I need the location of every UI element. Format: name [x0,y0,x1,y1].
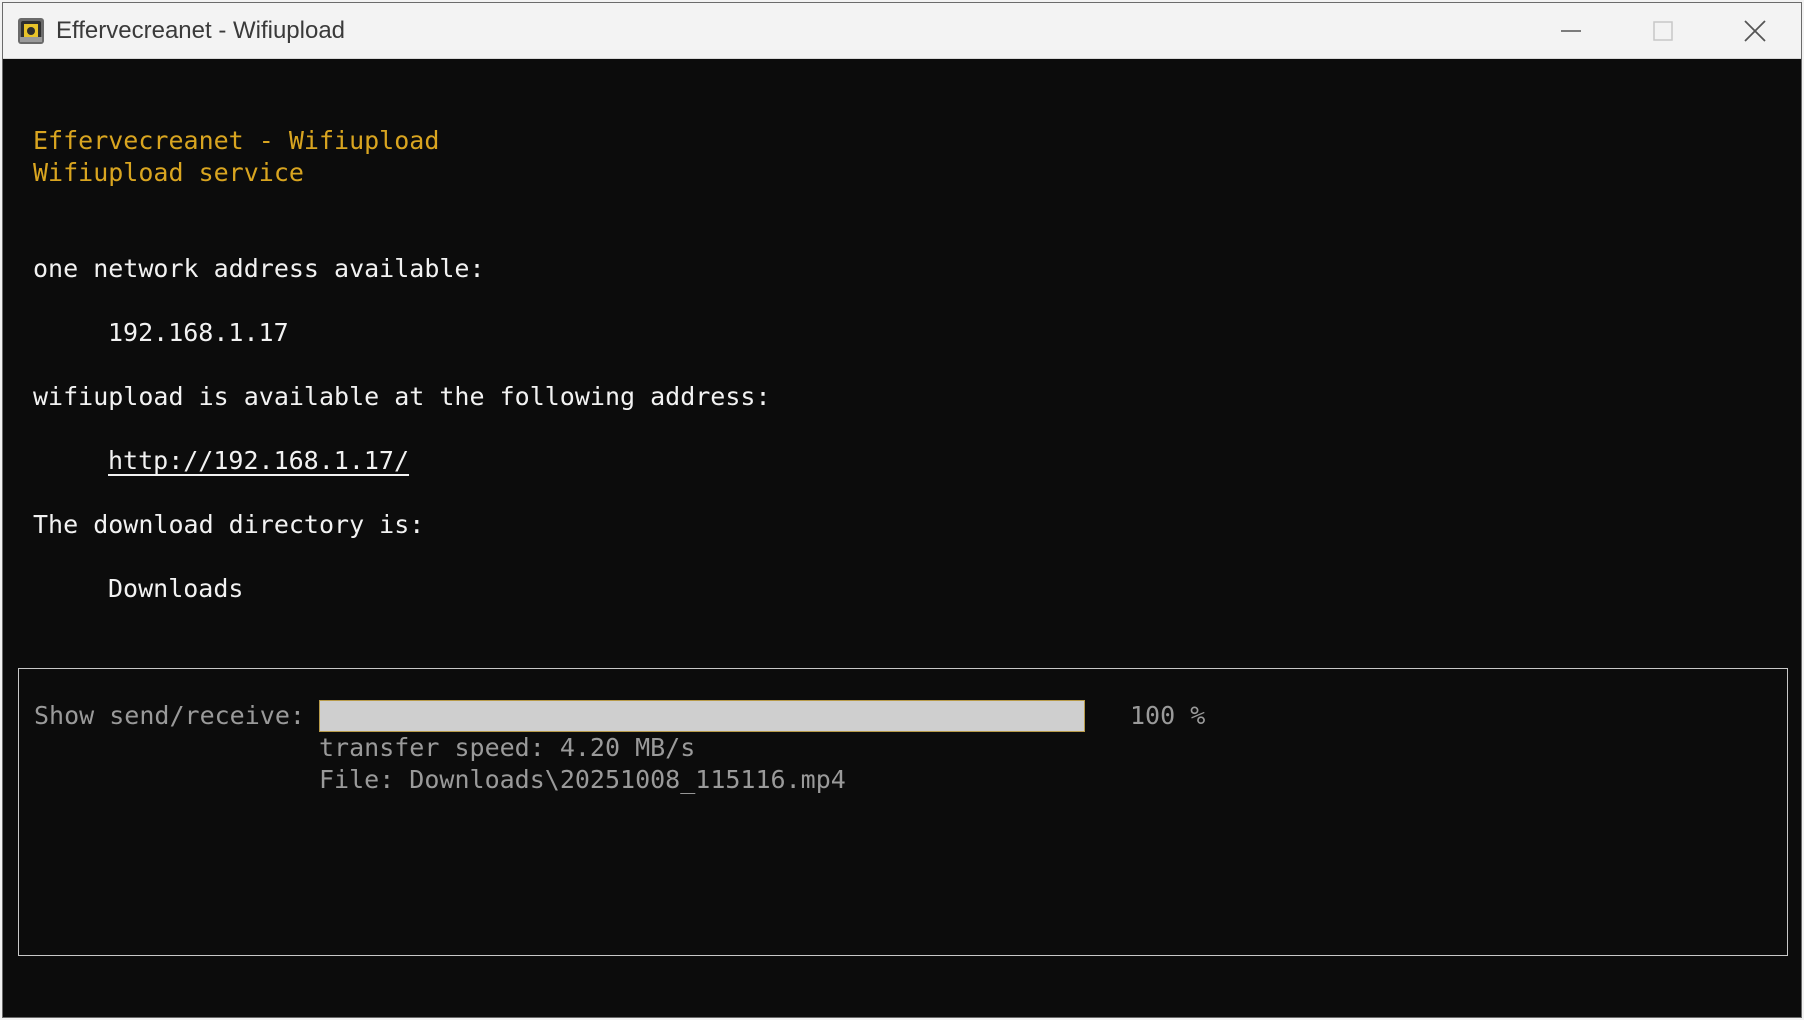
app-icon [16,16,46,46]
window-controls [1525,3,1801,59]
console-area: Effervecreanet - Wifiupload Wifiupload s… [3,59,1801,1017]
network-label: one network address available: [33,254,485,283]
show-send-receive-label: Show send/receive: [34,701,305,730]
transfer-panel: Show send/receive: 100 % transfer speed:… [18,668,1788,956]
maximize-icon [1653,21,1673,41]
window-edge [1797,59,1801,1017]
transfer-progress-bar [319,700,1085,732]
maximize-button[interactable] [1617,3,1709,59]
header-title: Effervecreanet - Wifiupload [33,126,440,155]
download-dir-value: Downloads [108,574,244,603]
close-button[interactable] [1709,3,1801,59]
transfer-progress-fill [320,701,1084,731]
title-bar[interactable]: Effervecreanet - Wifiupload [3,3,1801,59]
app-window: Effervecreanet - Wifiupload Effervecrean… [2,2,1802,1018]
network-address: 192.168.1.17 [108,318,289,347]
close-icon [1744,20,1766,42]
transfer-speed: transfer speed: 4.20 MB/s [319,733,696,762]
minimize-button[interactable] [1525,3,1617,59]
window-title: Effervecreanet - Wifiupload [56,16,346,44]
minimize-icon [1561,30,1581,32]
progress-percent: 100 % [1130,701,1206,730]
transfer-file: File: Downloads\20251008_115116.mp4 [319,765,846,794]
service-url-link[interactable]: http://192.168.1.17/ [108,445,409,477]
header-subtitle: Wifiupload service [33,158,304,187]
available-label: wifiupload is available at the following… [33,382,771,411]
download-dir-label: The download directory is: [33,510,425,539]
